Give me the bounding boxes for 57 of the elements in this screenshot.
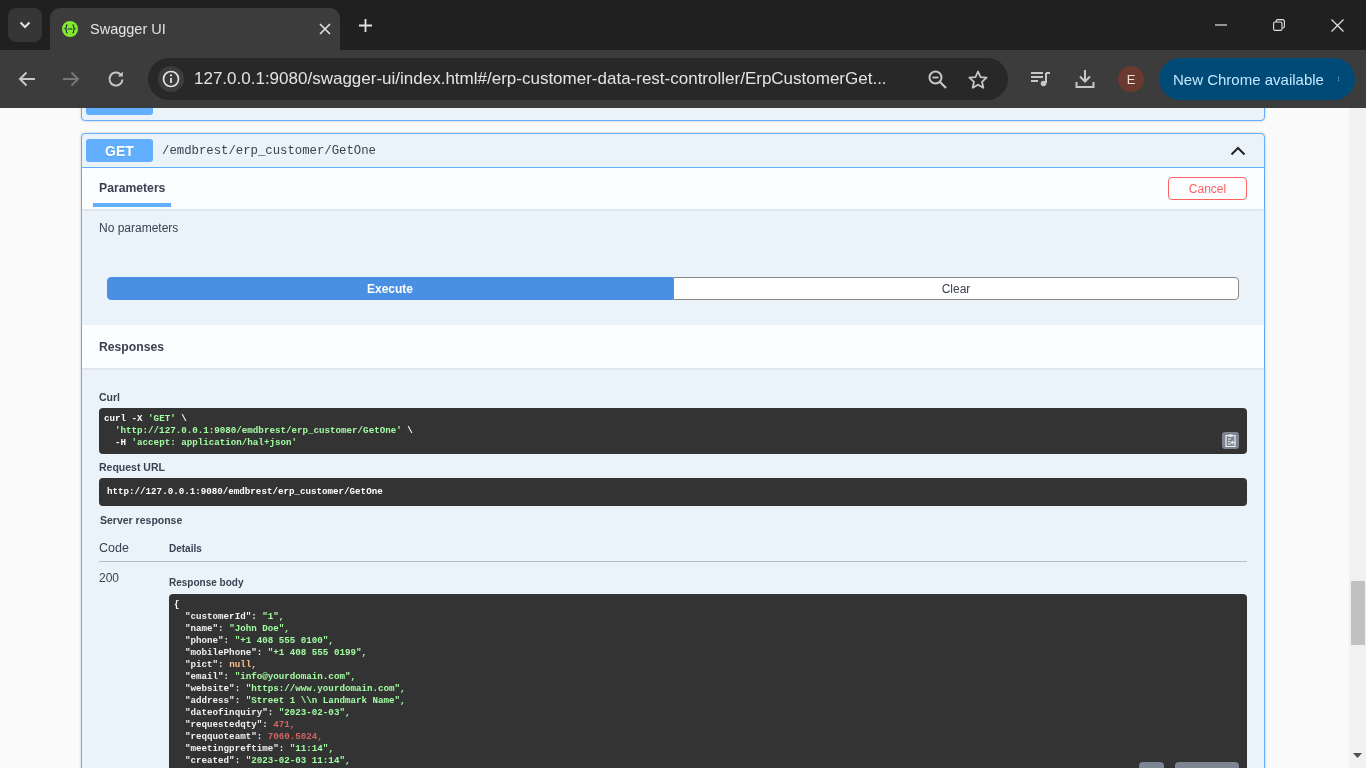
method-badge: GET — [86, 139, 153, 162]
close-icon[interactable] — [319, 23, 331, 35]
url-text[interactable]: 127.0.0.1:9080/swagger-ui/index.html#/erp-customer-data-rest-controller/ErpCustomerGet... — [194, 69, 887, 89]
code-line: "customerId": "1", — [184, 611, 285, 623]
clipboard-icon — [1225, 434, 1236, 447]
playlist-icon[interactable] — [1031, 71, 1051, 87]
code-line: { — [174, 599, 180, 611]
browser-tab[interactable]: Swagger UI — [50, 8, 340, 50]
zoom-out-icon[interactable] — [928, 69, 947, 89]
curl-label: Curl — [99, 391, 120, 404]
scrollbar-thumb[interactable] — [1351, 581, 1365, 645]
reload-icon[interactable] — [107, 70, 125, 88]
chevron-up-icon[interactable] — [1230, 145, 1246, 156]
info-icon[interactable] — [158, 66, 184, 92]
no-parameters-text: No parameters — [99, 221, 179, 235]
endpoint-path[interactable]: /emdbrest/erp_customer/GetOne — [162, 143, 376, 158]
back-arrow-icon[interactable] — [18, 71, 36, 87]
restore-icon[interactable] — [1273, 19, 1285, 31]
response-body-label: Response body — [169, 577, 244, 589]
code-line: "address": "Street 1 \\n Landmark Name", — [184, 695, 406, 707]
code-line: "pict": null, — [184, 659, 257, 671]
code-line: "email": "info@yourdomain.com", — [184, 671, 356, 683]
column-header: Details — [169, 542, 202, 554]
code-line: "dateofinquiry": "2023-02-03", — [184, 707, 351, 719]
parameters-tab[interactable]: Parameters — [93, 172, 172, 207]
code-line: "website": "https://www.yourdomain.com", — [184, 683, 406, 695]
download-icon[interactable] — [1075, 69, 1095, 89]
update-chrome-button[interactable]: New Chrome available — [1159, 58, 1355, 100]
star-icon[interactable] — [968, 69, 988, 89]
code-line: "mobilePhone": "+1 408 555 0199", — [184, 647, 367, 659]
address-bar[interactable]: 127.0.0.1:9080/swagger-ui/index.html#/erp-customer-data-rest-controller/ErpCustomerGet... — [148, 58, 1008, 100]
braces-logo-icon — [62, 21, 78, 37]
column-header: Code — [99, 541, 129, 555]
code-line: "name": "John Doe", — [184, 623, 290, 635]
responses-heading: Responses — [99, 339, 165, 354]
tab-search-button[interactable] — [8, 8, 42, 42]
code-line: "phone": "+1 408 555 0100", — [184, 635, 334, 647]
forward-arrow-icon[interactable] — [62, 71, 80, 87]
request-url-label: Request URL — [99, 461, 165, 474]
close-icon[interactable] — [1330, 18, 1344, 32]
scroll-down-arrow-icon[interactable] — [1353, 753, 1362, 758]
code-line: -H 'accept: application/hal+json' — [114, 437, 297, 449]
plus-icon[interactable] — [358, 18, 373, 33]
scrollbar[interactable] — [1349, 108, 1366, 768]
server-response-label: Server response — [100, 514, 183, 527]
request-url-text: http://127.0.0.1:9080/emdbrest/erp_customer/GetOne — [107, 486, 383, 498]
clear-button[interactable]: Clear — [673, 277, 1239, 300]
code-line: 'http://127.0.0.1:9080/emdbrest/erp_customer/GetOne' \ — [114, 425, 413, 437]
status-code: 200 — [99, 571, 120, 585]
chevron-down-icon — [19, 21, 31, 29]
code-line: curl -X 'GET' \ — [104, 413, 187, 425]
code-line: "meetingpreftime": "11:14", — [184, 743, 334, 755]
code-line: "requestedqty": 471, — [184, 719, 296, 731]
profile-avatar[interactable]: E — [1118, 66, 1144, 92]
code-line: "reqquoteamt": 7060.5024, — [184, 731, 323, 743]
copy-button[interactable] — [1222, 432, 1239, 449]
code-line: "created": "2023-02-03 11:14", — [184, 755, 351, 767]
